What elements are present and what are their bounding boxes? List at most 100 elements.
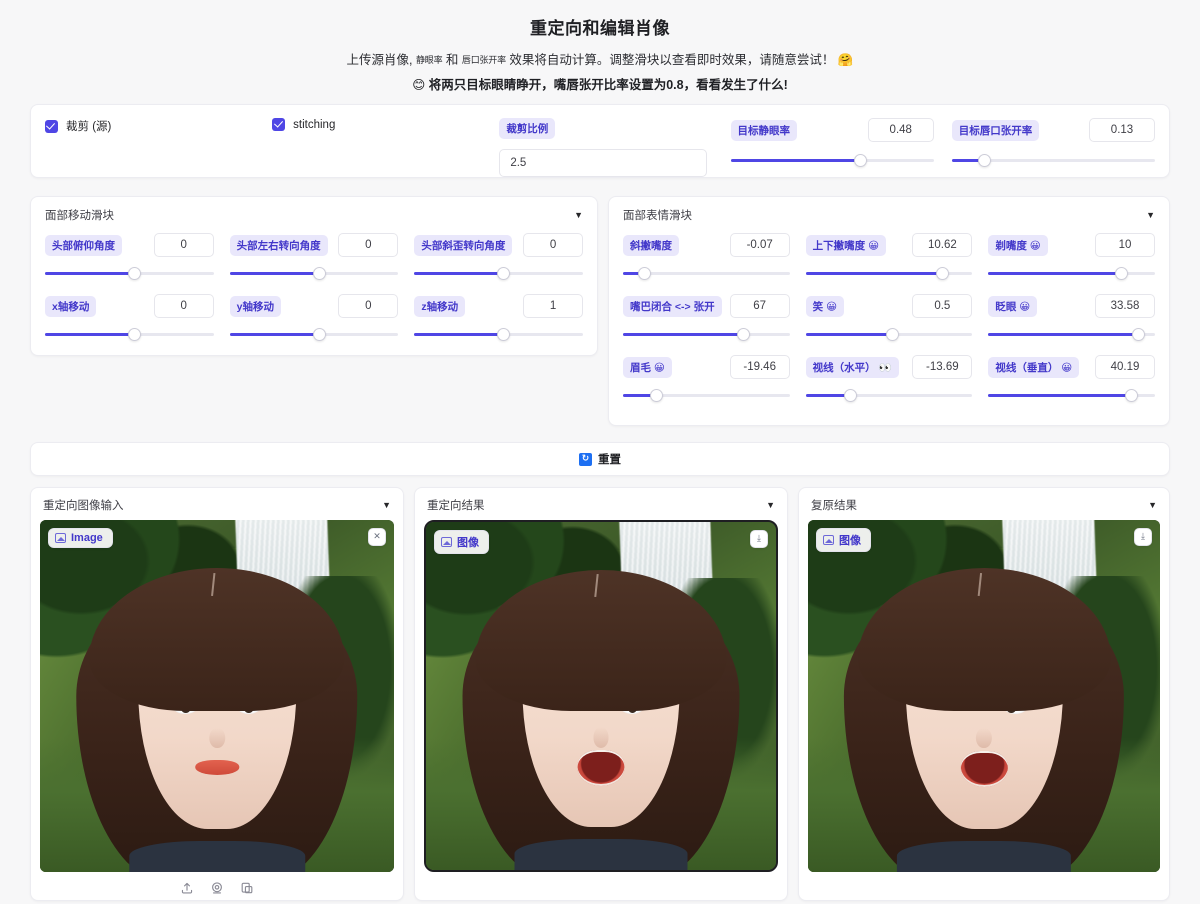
- blink-value[interactable]: 33.58: [1095, 294, 1156, 318]
- slider-thumb[interactable]: [649, 389, 663, 402]
- source-portrait-image[interactable]: Image ✕: [40, 520, 394, 872]
- slider-fill: [414, 272, 504, 275]
- target-lip-ratio-slider[interactable]: [951, 153, 1155, 167]
- smile-slider[interactable]: [805, 327, 973, 341]
- retarget-result-panel: 重定向结果 ▼ 图像 ⤓: [414, 487, 788, 901]
- mouth-open-close-slider[interactable]: [623, 327, 790, 341]
- chevron-down-icon[interactable]: ▼: [766, 500, 775, 510]
- slider-thumb[interactable]: [1115, 267, 1129, 280]
- subtitle-part-2: 效果将自动计算。调整滑块以查看即时效果，请随意尝试！: [509, 53, 835, 67]
- slider-fill: [805, 272, 943, 275]
- clipboard-icon[interactable]: [240, 881, 254, 895]
- face-movement-panel-header[interactable]: 面部移动滑块 ▼: [31, 197, 597, 229]
- slider-fill: [414, 333, 504, 336]
- retarget-result-body: 图像 ⤓: [415, 520, 787, 872]
- head-pitch-value[interactable]: 0: [153, 233, 214, 257]
- z-axis-move-value[interactable]: 1: [523, 294, 584, 318]
- y-axis-move-slider[interactable]: [229, 327, 399, 341]
- mouth-pout-value[interactable]: 10: [1095, 233, 1156, 257]
- head-pitch-slider[interactable]: [45, 266, 214, 280]
- chevron-down-icon[interactable]: ▼: [574, 210, 583, 220]
- nose: [976, 727, 992, 749]
- eyebrow-value[interactable]: -19.46: [729, 355, 790, 379]
- slider-fill: [45, 272, 135, 275]
- stitching-checkbox[interactable]: [272, 118, 286, 131]
- target-lip-ratio-value[interactable]: 0.13: [1089, 118, 1155, 142]
- blink-slider-group: 眨眼 😀 33.58: [988, 294, 1156, 341]
- smile-value[interactable]: 0.5: [912, 294, 973, 318]
- gaze-vertical-slider[interactable]: [988, 388, 1156, 402]
- z-axis-move-slider[interactable]: [414, 327, 584, 341]
- mouth-updown-slider[interactable]: [805, 266, 973, 280]
- slider-thumb[interactable]: [885, 328, 899, 341]
- slider-thumb[interactable]: [312, 328, 326, 341]
- gaze-vertical-label-text: 视线（垂直）: [995, 361, 1059, 374]
- slider-fill: [229, 272, 320, 275]
- crop-source-checkbox[interactable]: [45, 119, 58, 133]
- retarget-result-image[interactable]: 图像 ⤓: [424, 520, 778, 872]
- y-axis-move-value[interactable]: 0: [338, 294, 399, 318]
- face-expression-panel-header[interactable]: 面部表情滑块 ▼: [609, 197, 1169, 229]
- slider-thumb[interactable]: [497, 267, 511, 280]
- clear-image-button[interactable]: ✕: [368, 528, 386, 546]
- gaze-vertical-value[interactable]: 40.19: [1095, 355, 1156, 379]
- slider-thumb[interactable]: [935, 267, 949, 280]
- head-roll-value[interactable]: 0: [523, 233, 584, 257]
- crop-source-checkbox-group[interactable]: 裁剪 (源): [45, 118, 272, 134]
- target-eye-ratio-slider[interactable]: [730, 153, 934, 167]
- restore-result-image[interactable]: 图像 ⤓: [808, 520, 1160, 872]
- slider-thumb[interactable]: [1125, 389, 1139, 402]
- retarget-result-header[interactable]: 重定向结果 ▼: [415, 488, 787, 520]
- x-axis-move-slider-group: x轴移动 0: [45, 294, 214, 341]
- slider-thumb[interactable]: [1131, 328, 1145, 341]
- crop-ratio-input[interactable]: 2.5: [499, 149, 708, 177]
- chevron-down-icon[interactable]: ▼: [382, 500, 391, 510]
- slider-thumb[interactable]: [127, 328, 141, 341]
- retarget-input-header[interactable]: 重定向图像输入 ▼: [31, 488, 403, 520]
- restore-result-panel: 复原结果 ▼ 图像 ⤓: [798, 487, 1170, 901]
- upload-icon[interactable]: [180, 881, 194, 895]
- restore-result-header[interactable]: 复原结果 ▼: [799, 488, 1169, 520]
- page-subtitle: 上传源肖像, 静眼率 和 唇口张开率 效果将自动计算。调整滑块以查看即时效果，请…: [0, 51, 1200, 70]
- download-image-button[interactable]: ⤓: [750, 530, 768, 548]
- blink-slider[interactable]: [988, 327, 1156, 341]
- stitching-checkbox-group[interactable]: stitching: [272, 118, 499, 131]
- face-expression-panel-title: 面部表情滑块: [623, 210, 692, 222]
- gaze-horizontal-slider[interactable]: [805, 388, 973, 402]
- chevron-down-icon[interactable]: ▼: [1148, 500, 1157, 510]
- hug-face-icon: 🤗: [837, 52, 854, 67]
- slider-row: 嘴巴闭合 <-> 张开 67 笑 😀 0.5 眨眼 😀 33.58: [623, 294, 1156, 341]
- mouth-rotate-value[interactable]: -0.07: [729, 233, 790, 257]
- slider-thumb[interactable]: [312, 267, 326, 280]
- face-movement-panel: 面部移动滑块 ▼ 头部俯仰角度 0 头部左右转向角度 0 头部斜歪转向角度 0 …: [30, 196, 598, 356]
- chevron-down-icon[interactable]: ▼: [1146, 210, 1155, 220]
- gaze-horizontal-label: 视线（水平） 👀: [805, 356, 899, 378]
- eyebrow-slider[interactable]: [623, 388, 790, 402]
- x-axis-move-slider[interactable]: [45, 327, 214, 341]
- download-image-button[interactable]: ⤓: [1134, 528, 1152, 546]
- target-eye-ratio-value[interactable]: 0.48: [867, 118, 934, 142]
- webcam-icon[interactable]: [210, 881, 224, 895]
- reset-button[interactable]: ↻ 重置: [571, 448, 629, 470]
- mouth-updown-value[interactable]: 10.62: [912, 233, 973, 257]
- mouth-open-close-value[interactable]: 67: [729, 294, 790, 318]
- portrait-face-neutral: [76, 562, 358, 872]
- slider-thumb[interactable]: [844, 389, 858, 402]
- slider-thumb[interactable]: [977, 154, 991, 167]
- head-yaw-value[interactable]: 0: [338, 233, 399, 257]
- gaze-horizontal-value[interactable]: -13.69: [912, 355, 973, 379]
- head-yaw-slider[interactable]: [229, 266, 399, 280]
- x-axis-move-value[interactable]: 0: [153, 294, 214, 318]
- head-roll-slider[interactable]: [414, 266, 584, 280]
- slider-thumb[interactable]: [497, 328, 511, 341]
- mouth-rotate-label-text: 斜撇嘴度: [630, 239, 672, 252]
- reset-bar: ↻ 重置: [30, 442, 1170, 476]
- slider-thumb[interactable]: [854, 154, 868, 167]
- mouth-pout-slider[interactable]: [988, 266, 1156, 280]
- slider-thumb[interactable]: [127, 267, 141, 280]
- slider-thumb[interactable]: [736, 328, 750, 341]
- gaze-horizontal-label-text: 视线（水平）: [812, 361, 876, 374]
- slider-row: 眉毛 😀 -19.46 视线（水平） 👀 -13.69 视线（垂直） 😀 40.…: [623, 355, 1156, 402]
- slider-thumb[interactable]: [638, 267, 652, 280]
- mouth-rotate-slider[interactable]: [623, 266, 790, 280]
